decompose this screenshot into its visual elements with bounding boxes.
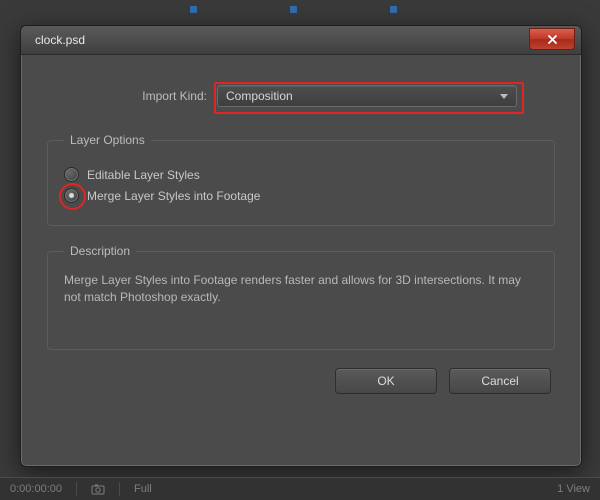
- window-title: clock.psd: [35, 33, 529, 47]
- import-kind-value: Composition: [226, 89, 500, 103]
- view-count[interactable]: 1 View: [553, 483, 594, 495]
- close-icon: [547, 34, 558, 45]
- chevron-down-icon: [500, 94, 508, 99]
- close-button[interactable]: [529, 28, 575, 50]
- layer-options-legend: Layer Options: [64, 133, 151, 147]
- layer-options-group: Layer Options Editable Layer Styles Merg…: [47, 133, 555, 226]
- timecode: 0:00:00:00: [6, 483, 66, 495]
- highlight-radio: [59, 183, 86, 210]
- ok-button[interactable]: OK: [335, 368, 437, 394]
- camera-icon[interactable]: [87, 483, 109, 495]
- statusbar: 0:00:00:00 Full 1 View: [0, 477, 600, 500]
- titlebar[interactable]: clock.psd: [21, 26, 581, 55]
- radio-editable-layer-styles[interactable]: Editable Layer Styles: [64, 167, 538, 182]
- description-legend: Description: [64, 244, 136, 258]
- cancel-button[interactable]: Cancel: [449, 368, 551, 394]
- radio-label: Merge Layer Styles into Footage: [87, 189, 260, 203]
- radio-merge-layer-styles[interactable]: Merge Layer Styles into Footage: [64, 188, 538, 203]
- description-text: Merge Layer Styles into Footage renders …: [64, 272, 538, 307]
- radio-icon: [64, 167, 79, 182]
- import-dialog: clock.psd Import Kind: Composition Layer…: [20, 25, 582, 467]
- resolution[interactable]: Full: [130, 483, 156, 495]
- description-group: Description Merge Layer Styles into Foot…: [47, 244, 555, 350]
- import-kind-dropdown[interactable]: Composition: [217, 85, 517, 107]
- radio-label: Editable Layer Styles: [87, 168, 200, 182]
- import-kind-label: Import Kind:: [47, 89, 217, 103]
- radio-icon: [64, 188, 79, 203]
